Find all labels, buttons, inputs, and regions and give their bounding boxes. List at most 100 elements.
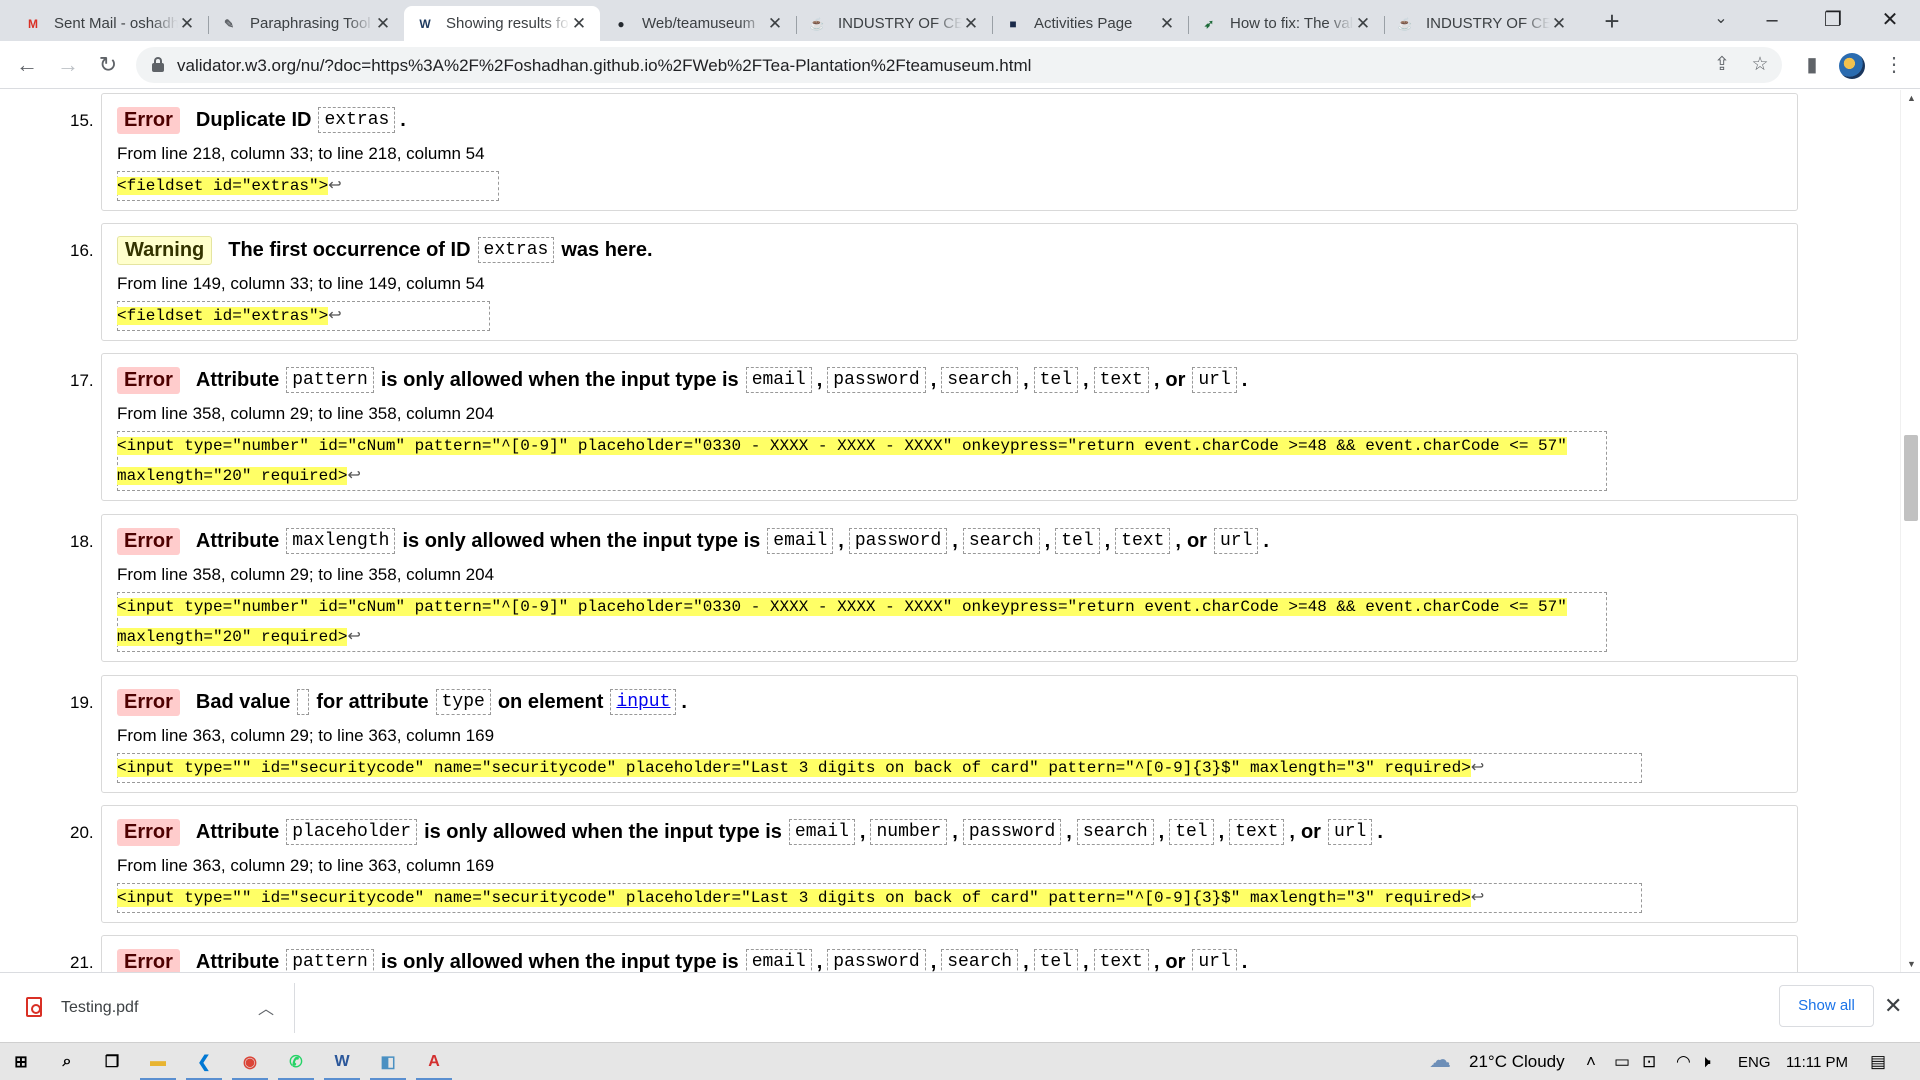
network-device-icon[interactable]: ⊡ xyxy=(1642,1052,1656,1072)
punctuation: , xyxy=(1153,368,1160,391)
punctuation: , xyxy=(1218,820,1225,843)
punctuation: . xyxy=(400,108,406,131)
message-error: Error Bad value for attribute type on elemen… xyxy=(101,675,1798,793)
github-icon: ● xyxy=(617,16,625,31)
side-panel-icon[interactable]: ▮ xyxy=(1800,53,1824,77)
browser-tab[interactable]: ■ Activities Page ✕ xyxy=(992,6,1188,41)
quill-icon: ✎ xyxy=(223,16,235,31)
code-token: search xyxy=(941,949,1019,972)
notifications-icon[interactable]: ▤ xyxy=(1870,1052,1886,1072)
wifi-icon[interactable]: ◠ xyxy=(1676,1052,1691,1072)
scroll-up-arrow-icon[interactable]: ▲ xyxy=(1907,93,1916,103)
tab-title[interactable]: INDUSTRY OF CEYLON xyxy=(838,15,962,32)
back-arrow-icon[interactable]: ← xyxy=(11,49,43,81)
message-word: Attribute xyxy=(195,529,280,552)
address-bar[interactable]: validator.w3.org/nu/?doc=https%3A%2F%2Fo… xyxy=(136,47,1782,83)
message-number: 19. xyxy=(70,693,94,712)
highlighted-code: maxlength="20" required> xyxy=(117,628,348,646)
forward-arrow-icon[interactable]: → xyxy=(52,49,84,81)
browser-tab[interactable]: M Sent Mail - oshadhan✕ xyxy=(12,6,208,41)
tab-title[interactable]: Paraphrasing Tool xyxy=(250,15,374,32)
message-word: The first occurrence of ID xyxy=(228,238,471,261)
battery-icon[interactable]: ▭ xyxy=(1614,1052,1630,1072)
code-extract: <input type="number" id="cNum" pattern="… xyxy=(117,431,1607,491)
close-shelf-icon[interactable]: ✕ xyxy=(1884,993,1902,1019)
language-indicator[interactable]: ENG xyxy=(1738,1054,1771,1071)
tab-close-icon[interactable]: ✕ xyxy=(766,14,784,34)
show-all-downloads-button[interactable]: Show all xyxy=(1779,985,1874,1027)
message-text: Error Attribute pattern is only allowed whe… xyxy=(117,947,1249,972)
message-word: was here. xyxy=(561,238,653,261)
tab-close-icon[interactable]: ✕ xyxy=(178,14,196,34)
weather-text[interactable]: 21°C Cloudy xyxy=(1469,1052,1565,1072)
file-explorer-icon[interactable]: ▬ xyxy=(145,1050,171,1074)
restore-button[interactable]: ❐ xyxy=(1813,4,1853,36)
cloudy-weather-icon[interactable]: ☁ xyxy=(1429,1047,1451,1073)
tab-title[interactable]: How to fix: The value xyxy=(1230,15,1354,32)
tab-title[interactable]: Showing results for xyxy=(446,15,570,32)
tab-close-icon[interactable]: ✕ xyxy=(1550,14,1568,34)
element-link[interactable]: input xyxy=(610,689,677,715)
whatsapp-icon[interactable]: ✆ xyxy=(283,1050,309,1074)
menu-dots-icon[interactable]: ⋮ xyxy=(1882,53,1906,77)
tab-close-icon[interactable]: ✕ xyxy=(1158,14,1176,34)
profile-avatar[interactable] xyxy=(1839,53,1865,79)
code-token: maxlength xyxy=(286,528,396,554)
windows-start-icon[interactable]: ⊞ xyxy=(8,1050,34,1074)
reload-icon[interactable]: ↻ xyxy=(92,49,124,81)
error-badge: Error xyxy=(117,688,180,716)
browser-tab[interactable]: ☕ INDUSTRY OF CEYLON✕ xyxy=(1384,6,1580,41)
code-token: text xyxy=(1093,949,1149,972)
tab-close-icon[interactable]: ✕ xyxy=(962,14,980,34)
code-token: search xyxy=(1076,819,1154,845)
scroll-thumb[interactable] xyxy=(1904,435,1918,521)
tab-title[interactable]: Web/teamuseum xyxy=(642,15,766,32)
word-icon[interactable]: W xyxy=(329,1050,355,1074)
message-word: Attribute xyxy=(195,820,280,843)
new-tab-button[interactable]: + xyxy=(1598,8,1626,36)
browser-tab[interactable]: ✎ Paraphrasing Tool ✕ xyxy=(208,6,404,41)
bookmark-star-icon[interactable]: ☆ xyxy=(1748,53,1772,77)
line-end-icon: ↩ xyxy=(328,177,342,195)
tab-close-icon[interactable]: ✕ xyxy=(1354,14,1372,34)
chrome-icon[interactable]: ◉ xyxy=(237,1050,263,1074)
line-end-icon: ↩ xyxy=(347,628,361,646)
code-token: placeholder xyxy=(286,819,418,845)
browser-tab[interactable]: ☕ INDUSTRY OF CEYLON✕ xyxy=(796,6,992,41)
acrobat-icon[interactable]: A xyxy=(421,1050,447,1074)
pdf-file-icon[interactable] xyxy=(26,997,42,1017)
share-icon[interactable]: ⇪ xyxy=(1710,53,1734,77)
clock[interactable]: 11:11 PM xyxy=(1786,1054,1848,1071)
chevron-up-icon[interactable]: ︿ xyxy=(258,995,274,1019)
volume-icon[interactable]: 🕨 xyxy=(1700,1052,1711,1072)
code-token: url xyxy=(1192,949,1237,972)
vscode-icon[interactable]: ❮ xyxy=(191,1050,217,1074)
task-view-icon[interactable]: ❐ xyxy=(99,1050,125,1074)
tab-title[interactable]: INDUSTRY OF CEYLON xyxy=(1426,15,1550,32)
extract-line: <input type="number" id="cNum" pattern="… xyxy=(117,431,1567,461)
scroll-down-arrow-icon[interactable]: ▼ xyxy=(1907,959,1916,969)
browser-tab[interactable]: ➶ How to fix: The value✕ xyxy=(1188,6,1384,41)
lock-icon[interactable] xyxy=(152,57,164,72)
tray-chevron-up-icon[interactable]: ˄ xyxy=(1586,1052,1596,1072)
search-icon[interactable]: ⌕ xyxy=(54,1050,80,1074)
punctuation: , xyxy=(1066,820,1072,843)
url-text[interactable]: validator.w3.org/nu/?doc=https%3A%2F%2Fo… xyxy=(177,56,1031,76)
punctuation: , xyxy=(1104,529,1111,552)
browser-tab[interactable]: W Showing results for ✕ xyxy=(404,6,600,41)
tab-title[interactable]: Sent Mail - oshadhan xyxy=(54,15,178,32)
tab-title[interactable]: Activities Page xyxy=(1034,15,1158,32)
source-location: From line 363, column 29; to line 363, c… xyxy=(117,856,495,875)
tab-close-icon[interactable]: ✕ xyxy=(374,14,392,34)
message-word: Attribute xyxy=(195,950,280,973)
download-file-name[interactable]: Testing.pdf xyxy=(61,999,138,1017)
highlighted-code: maxlength="20" required> xyxy=(117,467,348,485)
browser-tab[interactable]: ● Web/teamuseum ✕ xyxy=(600,6,796,41)
page-scrollbar[interactable]: ▲ ▼ xyxy=(1900,90,1920,972)
close-window-button[interactable]: ✕ xyxy=(1870,4,1910,36)
tab-close-icon[interactable]: ✕ xyxy=(570,14,588,34)
app-icon[interactable]: ◧ xyxy=(375,1050,401,1074)
tab-search-chevron-icon[interactable]: ⌄ xyxy=(1710,8,1732,32)
minimize-button[interactable]: – xyxy=(1752,4,1792,36)
code-extract: <input type="" id="securitycode" name="s… xyxy=(117,753,1642,783)
